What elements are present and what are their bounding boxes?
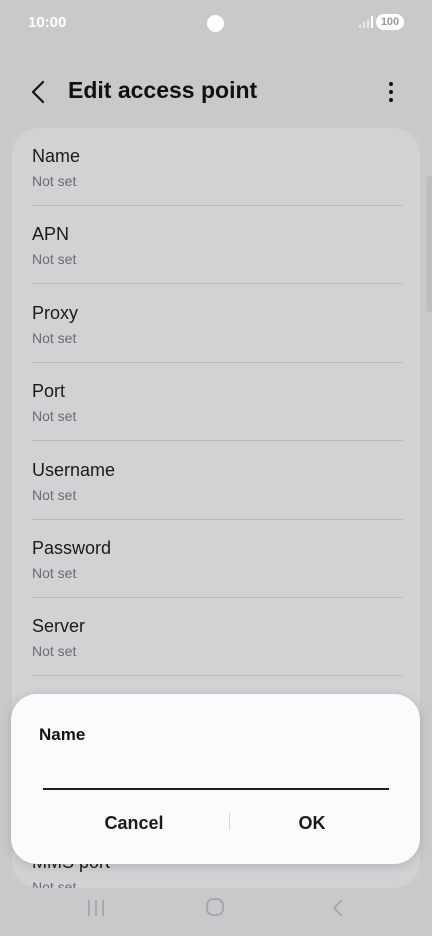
recents-icon[interactable]: [84, 898, 108, 918]
scrollbar[interactable]: [427, 176, 432, 312]
page-title: Edit access point: [68, 77, 258, 103]
setting-item-port[interactable]: Port Not set: [32, 363, 403, 442]
setting-value: Not set: [32, 173, 77, 189]
setting-item-name[interactable]: Name Not set: [32, 128, 403, 206]
setting-item-password[interactable]: Password Not set: [32, 520, 403, 598]
setting-label: Username: [32, 459, 116, 480]
setting-label: Proxy: [32, 302, 79, 323]
setting-value: Not set: [32, 408, 77, 425]
screen: 10:00 100 Edit access point Name Not set A…: [0, 0, 432, 936]
battery-icon: 100: [376, 14, 404, 30]
setting-label: Password: [32, 538, 112, 558]
setting-label: Port: [32, 381, 66, 402]
name-dialog: Name Cancel OK: [11, 694, 420, 864]
setting-value: Not set: [32, 565, 77, 581]
app-bar: Edit access point: [0, 60, 432, 124]
setting-item-apn[interactable]: APN Not set: [32, 206, 403, 285]
button-divider: [229, 812, 230, 830]
setting-item-username[interactable]: Username Not set: [32, 442, 403, 520]
home-icon[interactable]: [206, 898, 224, 916]
setting-item-proxy[interactable]: Proxy Not set: [32, 285, 403, 363]
name-input[interactable]: [43, 752, 389, 790]
dialog-title: Name: [39, 725, 86, 744]
setting-label: APN: [32, 224, 70, 245]
setting-value: Not set: [32, 643, 77, 660]
ok-button[interactable]: OK: [231, 806, 393, 840]
setting-label: Name: [32, 146, 81, 166]
setting-item-server[interactable]: Server Not set: [32, 598, 403, 677]
back-arrow-icon: [31, 80, 45, 104]
back-button[interactable]: [24, 76, 56, 108]
nav-back-icon[interactable]: [328, 898, 348, 918]
camera-cutout: [207, 15, 224, 32]
cancel-button[interactable]: Cancel: [51, 806, 217, 840]
status-time: 10:00: [28, 14, 67, 31]
status-bar: 10:00 100: [0, 0, 432, 46]
navigation-bar: [0, 880, 432, 936]
more-options-button[interactable]: [375, 76, 407, 108]
setting-label: Server: [32, 616, 86, 637]
setting-value: Not set: [32, 251, 77, 268]
signal-icon: [359, 16, 373, 28]
setting-value: Not set: [32, 486, 77, 503]
setting-value: Not set: [32, 329, 77, 346]
